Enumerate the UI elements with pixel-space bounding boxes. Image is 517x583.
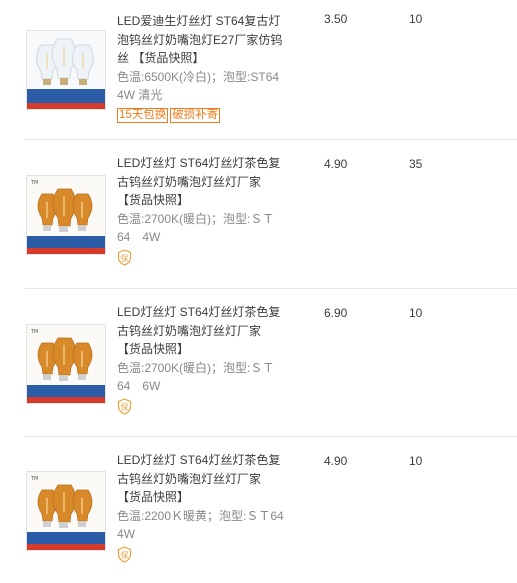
item-quantity: 35 <box>409 157 423 171</box>
product-thumbnail[interactable]: TM <box>26 175 106 255</box>
item-sku: 色温:2200Ｋ暖黄；泡型:ＳＴ64 4W <box>117 508 296 542</box>
item-sku: 色温:6500K(冷白)；泡型:ST64 4W 清光 <box>117 69 280 103</box>
order-item-row: LED爱迪生灯丝灯 ST64复古灯泡钨丝灯奶嘴泡灯E27厂家仿钨丝 【货品快照】… <box>0 0 517 140</box>
item-title[interactable]: LED爱迪生灯丝灯 ST64复古灯泡钨丝灯奶嘴泡灯E27厂家仿钨丝 【货品快照】 <box>117 12 287 68</box>
bulb-amber-image: TM <box>27 325 105 403</box>
svg-text:保: 保 <box>121 253 129 263</box>
bulb-amber-image: TM <box>27 472 105 550</box>
damage-reship-tag[interactable]: 破损补寄 <box>170 107 221 123</box>
item-sku: 色温:2700K(暖白)；泡型:ＳＴ64 4W <box>117 211 275 245</box>
product-thumbnail[interactable]: TM <box>26 471 106 551</box>
svg-text:保: 保 <box>121 402 129 412</box>
guarantee-shield-icon[interactable]: 保 <box>117 397 132 415</box>
product-thumbnail[interactable] <box>26 30 106 110</box>
svg-text:TM: TM <box>30 329 38 335</box>
service-tags: 15天包换 破损补寄 <box>117 107 287 123</box>
item-quantity: 10 <box>409 306 423 320</box>
guarantee-shield-icon[interactable]: 保 <box>117 248 132 266</box>
item-quantity: 10 <box>409 454 423 468</box>
product-thumbnail[interactable]: TM <box>26 324 106 404</box>
order-item-list: LED爱迪生灯丝灯 ST64复古灯泡钨丝灯奶嘴泡灯E27厂家仿钨丝 【货品快照】… <box>0 0 517 583</box>
item-price: 4.90 <box>324 157 348 171</box>
return-15-day-tag[interactable]: 15天包换 <box>117 107 169 123</box>
svg-text:TM: TM <box>30 180 38 186</box>
item-info: LED灯丝灯 ST64灯丝灯茶色复古钨丝灯奶嘴泡灯丝灯厂家 【货品快照】 色温:… <box>117 154 287 271</box>
svg-text:保: 保 <box>121 550 129 560</box>
item-quantity: 10 <box>409 12 423 26</box>
order-item-row: TM LED灯丝灯 ST64灯丝灯茶色复古钨丝灯奶嘴泡灯丝灯厂家 【货品快照】 … <box>0 289 517 437</box>
item-title[interactable]: LED灯丝灯 ST64灯丝灯茶色复古钨丝灯奶嘴泡灯丝灯厂家 【货品快照】 <box>117 154 287 210</box>
item-info: LED爱迪生灯丝灯 ST64复古灯泡钨丝灯奶嘴泡灯E27厂家仿钨丝 【货品快照】… <box>117 12 287 123</box>
bulb-amber-image: TM <box>27 176 105 254</box>
bulb-clear-image <box>27 31 105 109</box>
item-price: 3.50 <box>324 12 348 26</box>
item-info: LED灯丝灯 ST64灯丝灯茶色复古钨丝灯奶嘴泡灯丝灯厂家 【货品快照】 色温:… <box>117 303 287 420</box>
order-item-row: TM LED灯丝灯 ST64灯丝灯茶色复古钨丝灯奶嘴泡灯丝灯厂家 【货品快照】 … <box>0 140 517 289</box>
item-price: 4.90 <box>324 454 348 468</box>
item-title[interactable]: LED灯丝灯 ST64灯丝灯茶色复古钨丝灯奶嘴泡灯丝灯厂家 【货品快照】 <box>117 303 287 359</box>
item-price: 6.90 <box>324 306 348 320</box>
item-info: LED灯丝灯 ST64灯丝灯茶色复古钨丝灯奶嘴泡灯丝灯厂家 【货品快照】 色温:… <box>117 451 296 568</box>
item-sku: 色温:2700K(暖白)；泡型:ＳＴ64 6W <box>117 360 275 394</box>
guarantee-shield-icon[interactable]: 保 <box>117 545 132 563</box>
svg-text:TM: TM <box>30 476 38 482</box>
item-title[interactable]: LED灯丝灯 ST64灯丝灯茶色复古钨丝灯奶嘴泡灯丝灯厂家 【货品快照】 <box>117 451 287 507</box>
order-item-row: TM LED灯丝灯 ST64灯丝灯茶色复古钨丝灯奶嘴泡灯丝灯厂家 【货品快照】 … <box>0 437 517 583</box>
